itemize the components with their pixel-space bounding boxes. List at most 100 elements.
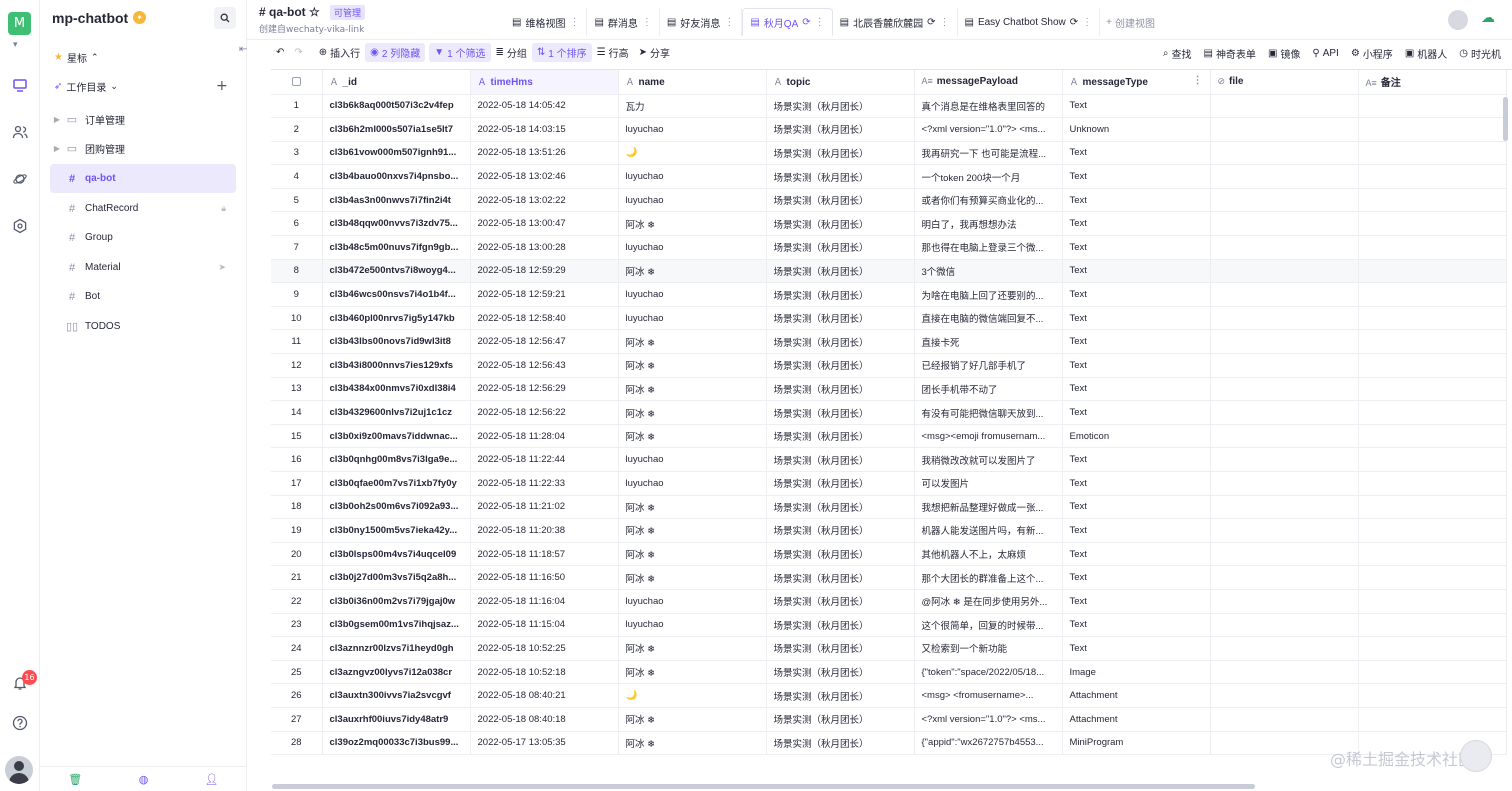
cell-id[interactable]: cl3b4bauo00nxvs7i4pnsbo...: [322, 164, 471, 189]
cell-name[interactable]: 瓦力: [618, 94, 767, 119]
cell-id[interactable]: cl3auxtn300ivvs7ia2svcgvf: [322, 683, 471, 708]
cell-name[interactable]: luyuchao: [618, 188, 767, 213]
cell-message-payload[interactable]: 3个微信: [914, 259, 1063, 284]
cell-file[interactable]: [1210, 164, 1359, 189]
cell-message-payload[interactable]: 机器人能发送图片吗，有新...: [914, 518, 1063, 543]
cell-note[interactable]: [1358, 329, 1507, 355]
hidden-fields-button[interactable]: ◉ 2 列隐藏: [365, 43, 426, 62]
cell-timehms[interactable]: 2022-05-18 12:56:29: [470, 377, 619, 402]
table-row[interactable]: 27 cl3auxrhf00iuvs7idy48atr9 2022-05-18 08…: [271, 707, 1507, 732]
cell-topic[interactable]: 场景实测（秋月团长）: [766, 636, 915, 661]
timemachine-button[interactable]: ◷ 时光机: [1454, 44, 1506, 63]
space-name[interactable]: mp-chatbot: [52, 10, 128, 26]
table-row[interactable]: 19 cl3b0ny1500m5vs7ieka42y... 2022-05-18 1…: [271, 518, 1507, 543]
cell-message-type[interactable]: Text: [1062, 306, 1211, 331]
cell-note[interactable]: [1358, 211, 1507, 237]
cell-message-payload[interactable]: 明白了，我再想想办法: [914, 211, 1063, 237]
table-row[interactable]: 2 cl3b6h2ml000s507ia1se5lt7 2022-05-18 14:…: [271, 117, 1507, 142]
row-index[interactable]: 2: [271, 117, 323, 142]
cell-message-type[interactable]: Text: [1062, 471, 1211, 496]
row-index[interactable]: 21: [271, 565, 323, 590]
cell-id[interactable]: cl3b472e500ntvs7i8woyg4...: [322, 259, 471, 284]
cell-message-payload[interactable]: <msg> <fromusername>...: [914, 683, 1063, 708]
cell-message-type[interactable]: Emoticon: [1062, 424, 1211, 449]
cell-note[interactable]: [1358, 542, 1507, 567]
cell-file[interactable]: [1210, 542, 1359, 567]
sidebar-item-group[interactable]: # Group: [50, 223, 236, 252]
row-index[interactable]: 20: [271, 542, 323, 567]
cell-file[interactable]: [1210, 211, 1359, 237]
cell-message-type[interactable]: Image: [1062, 660, 1211, 685]
cell-name[interactable]: 阿冰 ❄: [618, 377, 767, 402]
cell-file[interactable]: [1210, 141, 1359, 166]
cell-message-payload[interactable]: 我稍微改改就可以发图片了: [914, 447, 1063, 472]
cell-name[interactable]: 阿冰 ❄: [618, 565, 767, 590]
cell-note[interactable]: [1358, 471, 1507, 496]
cell-name[interactable]: 阿冰 ❄: [618, 707, 767, 732]
cloud-sync-icon[interactable]: ☁︎: [1481, 10, 1495, 26]
more-icon[interactable]: ⋮: [642, 17, 652, 28]
more-icon[interactable]: ⋮: [569, 17, 579, 28]
cell-name[interactable]: 🌙: [618, 683, 767, 708]
cell-topic[interactable]: 场景实测（秋月团长）: [766, 518, 915, 543]
cell-message-type[interactable]: Text: [1062, 495, 1211, 520]
cell-timehms[interactable]: 2022-05-18 11:21:02: [470, 495, 619, 520]
cell-message-payload[interactable]: <?xml version="1.0"?> <ms...: [914, 707, 1063, 732]
cell-message-payload[interactable]: 团长手机带不动了: [914, 377, 1063, 402]
cell-topic[interactable]: 场景实测（秋月团长）: [766, 400, 915, 425]
table-row[interactable]: 26 cl3auxtn300ivvs7ia2svcgvf 2022-05-18 08…: [271, 683, 1507, 708]
table-row[interactable]: 13 cl3b4384x00nmvs7i0xdl38i4 2022-05-18 12…: [271, 377, 1507, 402]
cell-topic[interactable]: 场景实测（秋月团长）: [766, 589, 915, 614]
table-row[interactable]: 22 cl3b0i36n00m2vs7i79jgaj0w 2022-05-18 11…: [271, 589, 1507, 614]
row-index[interactable]: 23: [271, 613, 323, 638]
cell-message-payload[interactable]: 那也得在电脑上登录三个微...: [914, 235, 1063, 260]
cell-timehms[interactable]: 2022-05-18 13:00:28: [470, 235, 619, 260]
cell-timehms[interactable]: 2022-05-18 12:56:43: [470, 353, 619, 378]
cell-name[interactable]: 阿冰 ❄: [618, 211, 767, 237]
cell-message-payload[interactable]: 一个token 200块一个月: [914, 164, 1063, 189]
cell-note[interactable]: [1358, 660, 1507, 685]
search-icon[interactable]: [214, 7, 236, 29]
cell-message-type[interactable]: MiniProgram: [1062, 731, 1211, 756]
cell-topic[interactable]: 场景实测（秋月团长）: [766, 211, 915, 237]
cell-id[interactable]: cl3b6h2ml000s507ia1se5lt7: [322, 117, 471, 142]
table-row[interactable]: 10 cl3b460pl00nrvs7ig5y147kb 2022-05-18 12…: [271, 306, 1507, 331]
sheet-title[interactable]: # qa-bot ☆: [259, 5, 320, 19]
cell-topic[interactable]: 场景实测（秋月团长）: [766, 259, 915, 284]
row-index[interactable]: 3: [271, 141, 323, 166]
cell-id[interactable]: cl3b0gsem00m1vs7ihqjsaz...: [322, 613, 471, 638]
cell-timehms[interactable]: 2022-05-18 12:59:21: [470, 282, 619, 307]
tab-view[interactable]: ▤ 维格视图 ⋮: [505, 8, 588, 36]
row-index[interactable]: 24: [271, 636, 323, 661]
cell-name[interactable]: 阿冰 ❄: [618, 542, 767, 567]
cell-id[interactable]: cl3auxrhf00iuvs7idy48atr9: [322, 707, 471, 732]
vertical-scrollbar[interactable]: [1503, 97, 1508, 141]
cell-message-type[interactable]: Text: [1062, 377, 1211, 402]
cell-timehms[interactable]: 2022-05-18 08:40:18: [470, 707, 619, 732]
row-index[interactable]: 22: [271, 589, 323, 614]
starred-section[interactable]: ★ 星标 ⌃: [54, 50, 99, 65]
cell-id[interactable]: cl3b48c5m00nuvs7ifgn9gb...: [322, 235, 471, 260]
cell-file[interactable]: [1210, 117, 1359, 142]
cell-message-payload[interactable]: <msg><emoji fromusernam...: [914, 424, 1063, 449]
cell-name[interactable]: 阿冰 ❄: [618, 731, 767, 756]
cell-timehms[interactable]: 2022-05-18 11:22:44: [470, 447, 619, 472]
cell-file[interactable]: [1210, 306, 1359, 331]
cell-id[interactable]: cl3b0oh2s00m6vs7i092a93...: [322, 495, 471, 520]
table-row[interactable]: 1 cl3b6k8aq000t507i3c2v4fep 2022-05-18 14:…: [271, 94, 1507, 119]
create-view-button[interactable]: + 创建视图: [1100, 8, 1161, 36]
cell-note[interactable]: [1358, 589, 1507, 614]
cell-timehms[interactable]: 2022-05-17 13:05:35: [470, 731, 619, 756]
table-row[interactable]: 28 cl39oz2mq00033c7i3bus99... 2022-05-17 1…: [271, 731, 1507, 756]
cell-file[interactable]: [1210, 471, 1359, 496]
table-row[interactable]: 18 cl3b0oh2s00m6vs7i092a93... 2022-05-18 1…: [271, 495, 1507, 520]
widget-button[interactable]: ⚙ 小程序: [1346, 44, 1398, 63]
cell-name[interactable]: 阿冰 ❄: [618, 660, 767, 685]
cell-topic[interactable]: 场景实测（秋月团长）: [766, 188, 915, 213]
table-row[interactable]: 4 cl3b4bauo00nxvs7i4pnsbo... 2022-05-18 13…: [271, 164, 1507, 189]
table-row[interactable]: 11 cl3b43lbs00novs7id9wl3it8 2022-05-18 12…: [271, 329, 1507, 355]
cell-file[interactable]: [1210, 377, 1359, 402]
row-index[interactable]: 25: [271, 660, 323, 685]
column-header[interactable]: ＡtimeHms: [470, 70, 619, 95]
cell-file[interactable]: [1210, 636, 1359, 661]
